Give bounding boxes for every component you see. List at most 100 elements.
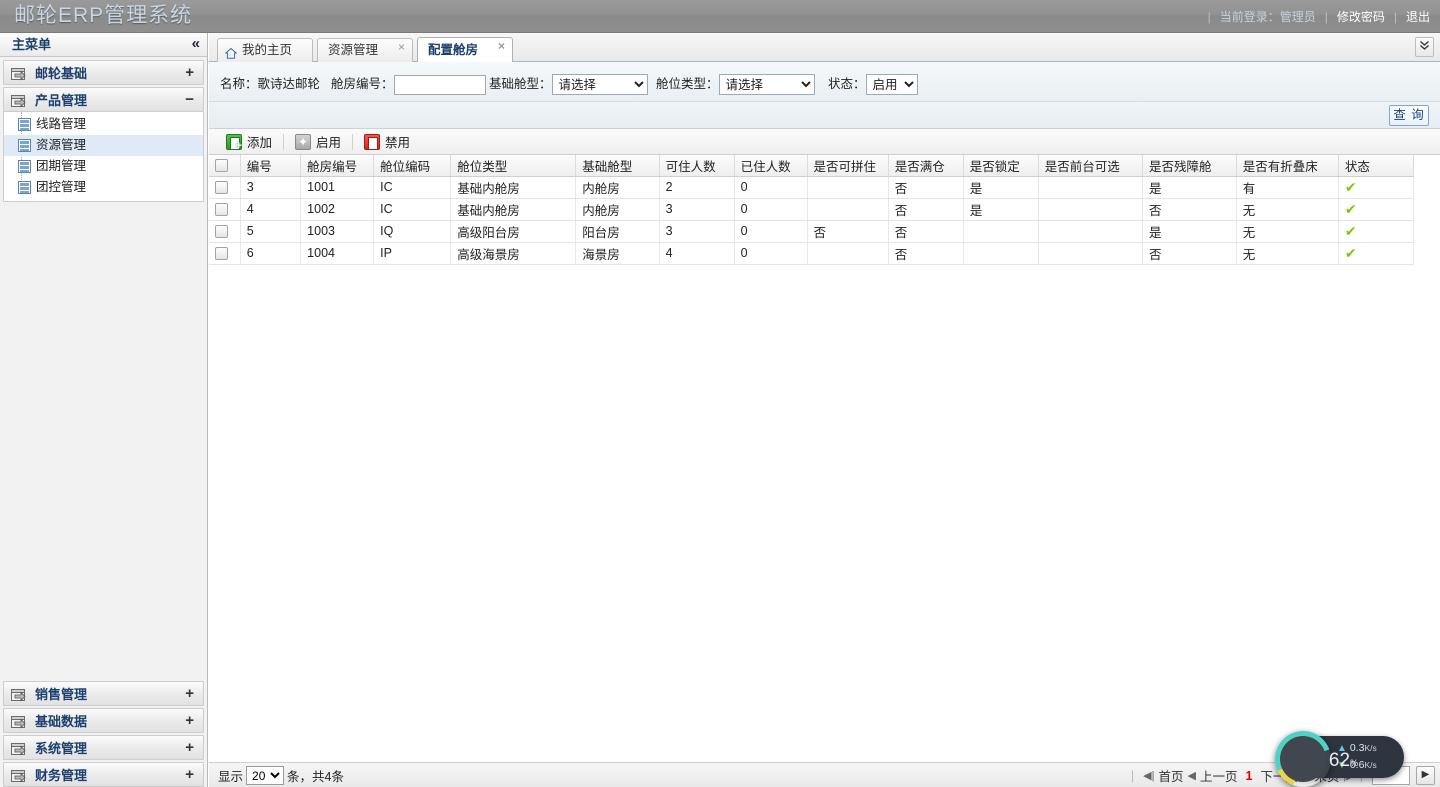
filter-action-bar: 查 询 [209, 102, 1440, 129]
select-all-header[interactable] [209, 155, 241, 177]
cell-status: ✔ [1338, 242, 1415, 265]
cell-base-cabin-type: 海景房 [575, 242, 660, 265]
cell-cabin-type: 高级阳台房 [450, 220, 577, 243]
table-row[interactable]: 3 1001 IC 基础内舱房 内舱房 2 0 否 是 是 有 ✔ [209, 176, 1415, 199]
disable-icon [364, 133, 381, 150]
prev-page-icon[interactable]: ◀ [1187, 769, 1195, 782]
cell-accessible: 否 [1142, 242, 1237, 265]
expand-toggle-icon[interactable]: + [185, 736, 194, 760]
go-page-button[interactable]: ▶ [1416, 766, 1435, 785]
sidebar-group-cruise-basics[interactable]: 邮轮基础 + [3, 60, 204, 85]
cell-shareable [807, 242, 889, 265]
sidebar-item-group-period-management[interactable]: 团期管理 [4, 156, 203, 177]
room-number-input[interactable] [393, 74, 486, 95]
cell-full: 否 [888, 176, 964, 199]
base-cabin-label: 基础舱型： [489, 77, 552, 91]
expand-toggle-icon[interactable]: + [185, 682, 194, 706]
sidebar-title: 主菜单 [12, 37, 52, 52]
system-monitor-widget[interactable]: 62% ▲ 0.3K/s ▼ 0.6K/s [1275, 731, 1404, 787]
sidebar-item-group-control-management[interactable]: 团控管理 [4, 177, 203, 198]
cell-frontdesk-selectable [1038, 176, 1143, 199]
sidebar-item-route-management[interactable]: 线路管理 [4, 114, 203, 135]
enable-button-label: 启用 [316, 136, 342, 150]
sidebar-group-basic-data[interactable]: 基础数据 + [3, 708, 204, 733]
folder-arrow-icon [11, 686, 28, 702]
cabin-type-label: 舱位类型： [656, 77, 719, 91]
current-user-label: 当前登录：管理员 [1219, 10, 1316, 24]
cell-status: ✔ [1338, 220, 1415, 243]
expand-toggle-icon[interactable]: + [185, 763, 194, 787]
expand-toggle-icon[interactable]: + [185, 61, 194, 85]
sidebar-submenu-product-management: 线路管理 资源管理 团期管理 团控管理 [3, 112, 204, 202]
table-row[interactable]: 6 1004 IP 高级海景房 海景房 4 0 否 否 无 ✔ [209, 242, 1415, 265]
col-locked: 是否锁定 [963, 155, 1039, 177]
close-icon[interactable]: × [398, 41, 405, 53]
close-icon[interactable]: × [498, 40, 505, 52]
sidebar-group-finance-management[interactable]: 财务管理 + [3, 762, 204, 787]
cell-room-number: 1001 [300, 176, 375, 199]
row-select-cell[interactable] [209, 242, 241, 265]
grid-footer: 显示 20 条，共4条 | ◀| 首页 ◀ 上一页 1 下一页 ▶ 末页 |▶ … [209, 762, 1440, 787]
cell-full: 否 [888, 242, 964, 265]
name-value: 歌诗达邮轮 [257, 77, 321, 91]
sidebar-group-sales-management[interactable]: 销售管理 + [3, 681, 204, 706]
sidebar-item-label: 资源管理 [36, 138, 87, 152]
prev-page-button[interactable]: 上一页 [1199, 766, 1239, 785]
enable-button[interactable]: 启用 [289, 131, 347, 153]
cabin-type-select[interactable]: 请选择 [718, 74, 815, 96]
data-grid-wrapper: 编号 舱房编号 舱位编码 舱位类型 基础舱型 可住人数 已住人数 是否可拼住 是… [209, 155, 1440, 265]
folder-arrow-icon [11, 767, 28, 783]
status-ok-icon: ✔ [1344, 222, 1357, 239]
page-size-area: 显示 20 条，共4条 [218, 763, 344, 787]
tab-resource-management[interactable]: 资源管理 × [317, 38, 413, 62]
collapse-toggle-icon[interactable]: − [185, 88, 194, 112]
first-page-button[interactable]: 首页 [1157, 766, 1184, 785]
cell-full: 否 [888, 198, 964, 221]
row-select-cell[interactable] [209, 176, 241, 199]
cell-frontdesk-selectable [1038, 242, 1143, 265]
cell-cabin-code: IP [373, 242, 452, 265]
sidebar-item-label: 团控管理 [36, 180, 87, 194]
sidebar-group-label: 财务管理 [35, 768, 88, 783]
header-account-area: | 当前登录：管理员 | 修改密码 | 退出 [1199, 0, 1430, 33]
table-row[interactable]: 4 1002 IC 基础内舱房 内舱房 3 0 否 是 否 无 ✔ [209, 198, 1415, 221]
row-checkbox[interactable] [215, 181, 228, 195]
sidebar-bottom-groups: 销售管理 + 基础数据 + 系统管理 + 财务管理 + [0, 679, 207, 787]
row-select-cell[interactable] [209, 198, 241, 221]
cabin-table: 编号 舱房编号 舱位编码 舱位类型 基础舱型 可住人数 已住人数 是否可拼住 是… [209, 155, 1415, 265]
sidebar-group-system-management[interactable]: 系统管理 + [3, 735, 204, 760]
col-foldable-bed: 是否有折叠床 [1236, 155, 1339, 177]
table-row[interactable]: 5 1003 IQ 高级阳台房 阳台房 3 0 否 否 是 无 ✔ [209, 220, 1415, 243]
folder-arrow-icon [11, 92, 28, 108]
status-select[interactable]: 启用 [865, 74, 918, 96]
cell-accessible: 是 [1142, 220, 1237, 243]
cell-shareable [807, 198, 889, 221]
page-size-select[interactable]: 20 [246, 766, 285, 785]
expand-toggle-icon[interactable]: + [185, 709, 194, 733]
grid-icon [18, 118, 31, 131]
pager-divider: | [1130, 768, 1135, 783]
tab-my-homepage[interactable]: 我的主页 [217, 38, 313, 62]
logout-link[interactable]: 退出 [1406, 8, 1430, 25]
tab-configure-cabin[interactable]: 配置舱房 × [417, 37, 513, 62]
row-select-cell[interactable] [209, 220, 241, 243]
header-separator-3: | [1393, 9, 1397, 24]
row-checkbox[interactable] [215, 225, 228, 239]
row-checkbox[interactable] [215, 247, 228, 261]
cell-locked [963, 242, 1039, 265]
change-password-link[interactable]: 修改密码 [1337, 8, 1385, 25]
sidebar-item-resource-management[interactable]: 资源管理 [4, 135, 203, 156]
query-button[interactable]: 查 询 [1389, 105, 1429, 126]
disable-button[interactable]: 禁用 [358, 131, 416, 153]
add-button[interactable]: 添加 [220, 131, 278, 153]
table-header-row: 编号 舱房编号 舱位编码 舱位类型 基础舱型 可住人数 已住人数 是否可拼住 是… [209, 155, 1415, 177]
first-page-icon[interactable]: ◀| [1143, 769, 1154, 782]
base-cabin-select[interactable]: 请选择 [551, 74, 648, 96]
cell-base-cabin-type: 内舱房 [575, 176, 660, 199]
header-separator-2: | [1324, 9, 1328, 24]
sidebar-group-product-management[interactable]: 产品管理 − [3, 87, 204, 112]
select-all-checkbox[interactable] [215, 159, 228, 173]
sidebar-collapse-icon[interactable]: « [192, 33, 200, 57]
row-checkbox[interactable] [215, 203, 228, 217]
tab-overflow-button[interactable] [1415, 37, 1434, 57]
